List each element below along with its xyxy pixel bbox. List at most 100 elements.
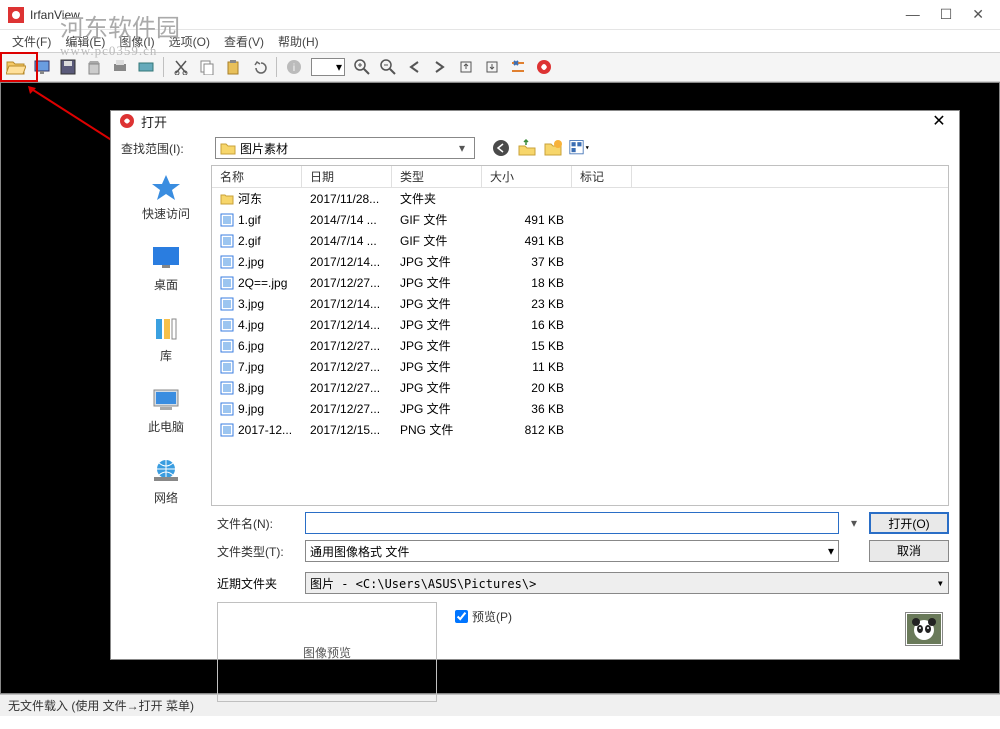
maximize-button[interactable]: ☐ — [940, 6, 953, 23]
open-dialog: 打开 ✕ 查找范围(I): 图片素材 ▾ ▾ 快速访问桌面库此电脑网络 名称 — [110, 110, 960, 660]
dialog-close-button[interactable]: ✕ — [927, 111, 951, 131]
file-row[interactable]: 2.jpg2017/12/14...JPG 文件37 KB — [212, 251, 948, 272]
file-row[interactable]: 7.jpg2017/12/27...JPG 文件11 KB — [212, 356, 948, 377]
thumbnail-preview — [905, 612, 943, 646]
svg-text:i: i — [293, 63, 295, 74]
about-icon[interactable] — [532, 55, 556, 79]
info-icon[interactable]: i — [282, 55, 306, 79]
star-icon — [150, 173, 182, 201]
sidebar-item-star[interactable]: 快速访问 — [142, 173, 190, 222]
library-icon — [150, 315, 182, 343]
folder-icon — [220, 141, 236, 155]
menu-file[interactable]: 文件(F) — [8, 31, 55, 52]
sidebar-item-library[interactable]: 库 — [150, 315, 182, 364]
recent-label: 近期文件夹 — [217, 575, 297, 592]
sidebar-item-label: 库 — [160, 347, 172, 364]
col-tag[interactable]: 标记 — [572, 166, 632, 187]
undo-icon[interactable] — [247, 55, 271, 79]
filename-label: 文件名(N): — [217, 515, 297, 532]
zoom-in-icon[interactable] — [350, 55, 374, 79]
next-icon[interactable] — [428, 55, 452, 79]
settings-icon[interactable] — [506, 55, 530, 79]
chevron-down-icon: ▾ — [454, 141, 470, 155]
annotation-arrow — [28, 86, 118, 146]
window-title: IrfanView — [30, 8, 906, 22]
sidebar-item-label: 此电脑 — [148, 418, 184, 435]
delete-icon[interactable] — [82, 55, 106, 79]
preview-checkbox[interactable]: 预览(P) — [455, 608, 943, 625]
col-size[interactable]: 大小 — [482, 166, 572, 187]
filetype-combo[interactable]: 通用图像格式 文件 ▾ — [305, 540, 839, 562]
viewmode-icon[interactable]: ▾ — [569, 138, 589, 158]
close-button[interactable]: ✕ — [972, 6, 984, 23]
menu-options[interactable]: 选项(O) — [165, 31, 214, 52]
places-sidebar: 快速访问桌面库此电脑网络 — [121, 165, 211, 506]
file-list: 名称 日期 类型 大小 标记 河东2017/11/28...文件夹1.gif20… — [211, 165, 949, 506]
last-icon[interactable] — [480, 55, 504, 79]
paste-icon[interactable] — [221, 55, 245, 79]
newfolder-icon[interactable] — [543, 138, 563, 158]
file-row[interactable]: 2017-12...2017/12/15...PNG 文件812 KB — [212, 419, 948, 440]
pc-icon — [150, 386, 182, 414]
filetype-value: 通用图像格式 文件 — [310, 543, 828, 560]
zoom-out-icon[interactable] — [376, 55, 400, 79]
menubar: 文件(F) 编辑(E) 图像(I) 选项(O) 查看(V) 帮助(H) — [0, 30, 1000, 52]
menu-view[interactable]: 查看(V) — [220, 31, 268, 52]
lookin-combo[interactable]: 图片素材 ▾ — [215, 137, 475, 159]
file-row[interactable]: 8.jpg2017/12/27...JPG 文件20 KB — [212, 377, 948, 398]
preview-box: 图像预览 — [217, 602, 437, 702]
titlebar: IrfanView — ☐ ✕ — [0, 0, 1000, 30]
desktop-icon — [150, 244, 182, 272]
filename-dropdown-icon[interactable]: ▾ — [847, 516, 861, 530]
highlight-open — [0, 52, 38, 82]
minimize-button[interactable]: — — [906, 6, 920, 23]
dialog-icon — [119, 113, 135, 129]
back-icon[interactable] — [491, 138, 511, 158]
cut-icon[interactable] — [169, 55, 193, 79]
first-icon[interactable] — [454, 55, 478, 79]
preview-checkbox-label: 预览(P) — [472, 608, 512, 625]
open-button[interactable]: 打开(O) — [869, 512, 949, 534]
file-row[interactable]: 河东2017/11/28...文件夹 — [212, 188, 948, 209]
scan-icon[interactable] — [134, 55, 158, 79]
dialog-title: 打开 — [141, 112, 927, 131]
col-name[interactable]: 名称 — [212, 166, 302, 187]
save-icon[interactable] — [56, 55, 80, 79]
sidebar-item-label: 网络 — [154, 489, 178, 506]
file-row[interactable]: 9.jpg2017/12/27...JPG 文件36 KB — [212, 398, 948, 419]
cancel-button[interactable]: 取消 — [869, 540, 949, 562]
menu-image[interactable]: 图像(I) — [115, 31, 158, 52]
chevron-down-icon: ▾ — [937, 576, 944, 590]
copy-icon[interactable] — [195, 55, 219, 79]
file-row[interactable]: 1.gif2014/7/14 ...GIF 文件491 KB — [212, 209, 948, 230]
recent-value: 图片 - <C:\Users\ASUS\Pictures\> — [310, 575, 937, 592]
prev-icon[interactable] — [402, 55, 426, 79]
filelist-header: 名称 日期 类型 大小 标记 — [212, 166, 948, 188]
sidebar-item-label: 桌面 — [154, 276, 178, 293]
filetype-label: 文件类型(T): — [217, 543, 297, 560]
network-icon — [150, 457, 182, 485]
file-row[interactable]: 3.jpg2017/12/14...JPG 文件23 KB — [212, 293, 948, 314]
filename-input[interactable] — [305, 512, 839, 534]
file-row[interactable]: 6.jpg2017/12/27...JPG 文件15 KB — [212, 335, 948, 356]
color-select[interactable]: ▾ — [308, 55, 348, 79]
recent-combo[interactable]: 图片 - <C:\Users\ASUS\Pictures\> ▾ — [305, 572, 949, 594]
file-row[interactable]: 4.jpg2017/12/14...JPG 文件16 KB — [212, 314, 948, 335]
menu-edit[interactable]: 编辑(E) — [61, 31, 109, 52]
up-icon[interactable] — [517, 138, 537, 158]
file-row[interactable]: 2.gif2014/7/14 ...GIF 文件491 KB — [212, 230, 948, 251]
lookin-value: 图片素材 — [240, 140, 454, 157]
sidebar-item-pc[interactable]: 此电脑 — [148, 386, 184, 435]
print-icon[interactable] — [108, 55, 132, 79]
toolbar: i ▾ — [0, 52, 1000, 82]
svg-text:▾: ▾ — [586, 145, 589, 152]
sidebar-item-desktop[interactable]: 桌面 — [150, 244, 182, 293]
file-row[interactable]: 2Q==.jpg2017/12/27...JPG 文件18 KB — [212, 272, 948, 293]
sidebar-item-label: 快速访问 — [142, 205, 190, 222]
preview-label: 图像预览 — [303, 644, 351, 661]
sidebar-item-network[interactable]: 网络 — [150, 457, 182, 506]
col-type[interactable]: 类型 — [392, 166, 482, 187]
col-date[interactable]: 日期 — [302, 166, 392, 187]
preview-checkbox-input[interactable] — [455, 610, 468, 623]
menu-help[interactable]: 帮助(H) — [274, 31, 323, 52]
